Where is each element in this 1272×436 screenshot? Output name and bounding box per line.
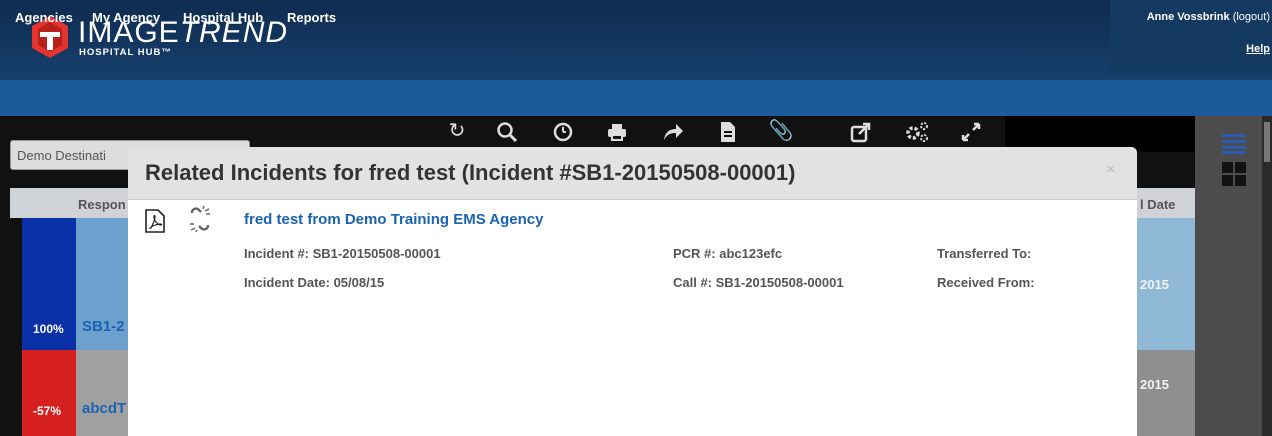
forward-icon[interactable] <box>662 121 684 143</box>
main-nav <box>0 80 1272 116</box>
share-icon[interactable] <box>850 121 872 143</box>
search-icon[interactable] <box>496 121 518 143</box>
row-id-cell <box>76 350 130 436</box>
transferred-to: Transferred To: <box>937 246 1032 261</box>
scrollbar-thumb[interactable] <box>1264 122 1270 162</box>
column-header-respon[interactable]: Respon <box>78 197 126 212</box>
modal-title: Related Incidents for fred test (Inciden… <box>145 160 796 185</box>
clock-icon[interactable] <box>552 121 574 143</box>
refresh-icon[interactable]: ↻ <box>444 118 470 144</box>
related-incidents-modal: Related Incidents for fred test (Inciden… <box>128 147 1137 436</box>
nav-reports[interactable]: Reports <box>287 10 336 25</box>
print-icon[interactable] <box>606 121 628 143</box>
unlink-icon[interactable] <box>189 205 211 233</box>
close-icon[interactable]: × <box>1106 161 1115 179</box>
brand-subtitle: HOSPITAL HUB™ <box>79 47 172 58</box>
user-name: Anne Vossbrink <box>1146 11 1230 23</box>
row-date: 2015 <box>1140 277 1169 292</box>
related-incident-link[interactable]: fred test from Demo Training EMS Agency <box>244 211 544 228</box>
attachment-icon[interactable]: 📎 <box>768 118 794 144</box>
pcr-number: PCR #: abc123efc <box>673 246 783 261</box>
row-id-link[interactable]: SB1-2 <box>82 318 125 335</box>
list-view-icon[interactable] <box>1222 134 1246 154</box>
expand-icon[interactable] <box>960 121 982 143</box>
call-number: Call #: SB1-20150508-00001 <box>673 275 844 290</box>
incident-number: Incident #: SB1-20150508-00001 <box>244 246 441 261</box>
incident-date: Incident Date: 05/08/15 <box>244 275 385 290</box>
score-value: -57% <box>33 404 62 418</box>
nav-my-agency[interactable]: My Agency <box>92 10 160 25</box>
logout-link[interactable]: (logout) <box>1233 11 1270 23</box>
row-id-link[interactable]: abcdT <box>82 400 126 417</box>
score-value: 100% <box>33 322 64 336</box>
settings-icon[interactable] <box>904 120 930 144</box>
column-header-date[interactable]: l Date <box>1140 197 1175 212</box>
help-link[interactable]: Help <box>1246 43 1270 55</box>
pdf-icon[interactable] <box>145 209 165 233</box>
user-info: Anne Vossbrink (logout) <box>1147 11 1270 23</box>
nav-hospital-hub[interactable]: Hospital Hub <box>183 10 263 25</box>
nav-agencies[interactable]: Agencies <box>15 10 73 25</box>
document-icon[interactable] <box>717 120 739 144</box>
scrollbar[interactable] <box>1262 116 1272 436</box>
grid-view-icon[interactable] <box>1222 162 1246 186</box>
score-cell <box>22 350 76 436</box>
received-from: Received From: <box>937 275 1035 290</box>
row-date: 2015 <box>1140 377 1169 392</box>
